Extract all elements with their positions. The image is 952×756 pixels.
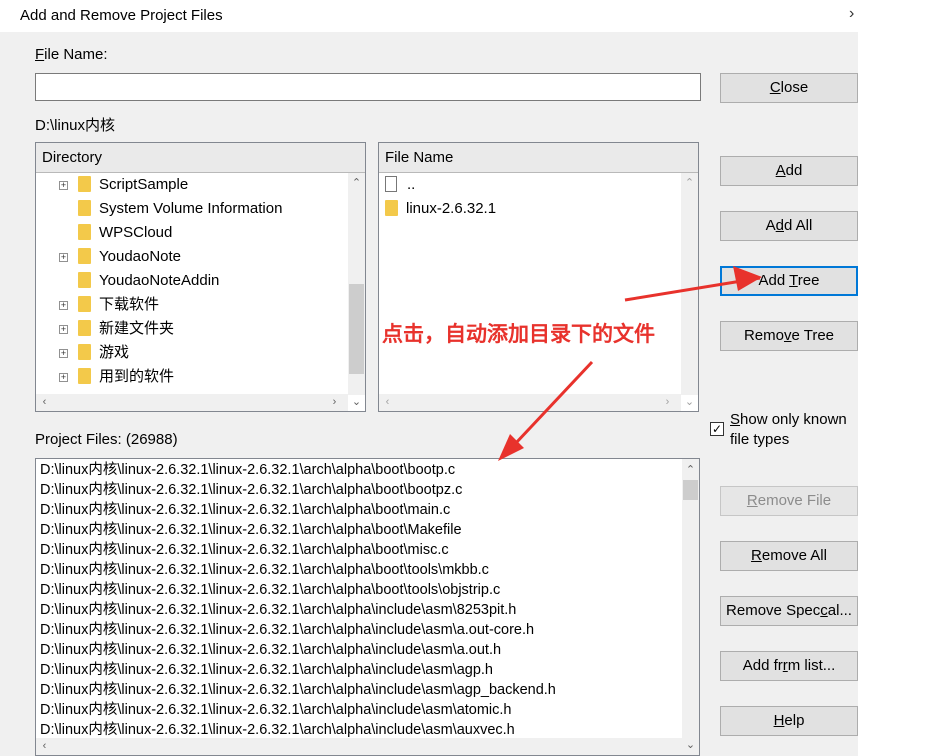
arrow-to-project-files xyxy=(513,360,594,446)
annotation-arrows xyxy=(498,266,762,461)
arrowhead-add-tree xyxy=(733,266,762,291)
